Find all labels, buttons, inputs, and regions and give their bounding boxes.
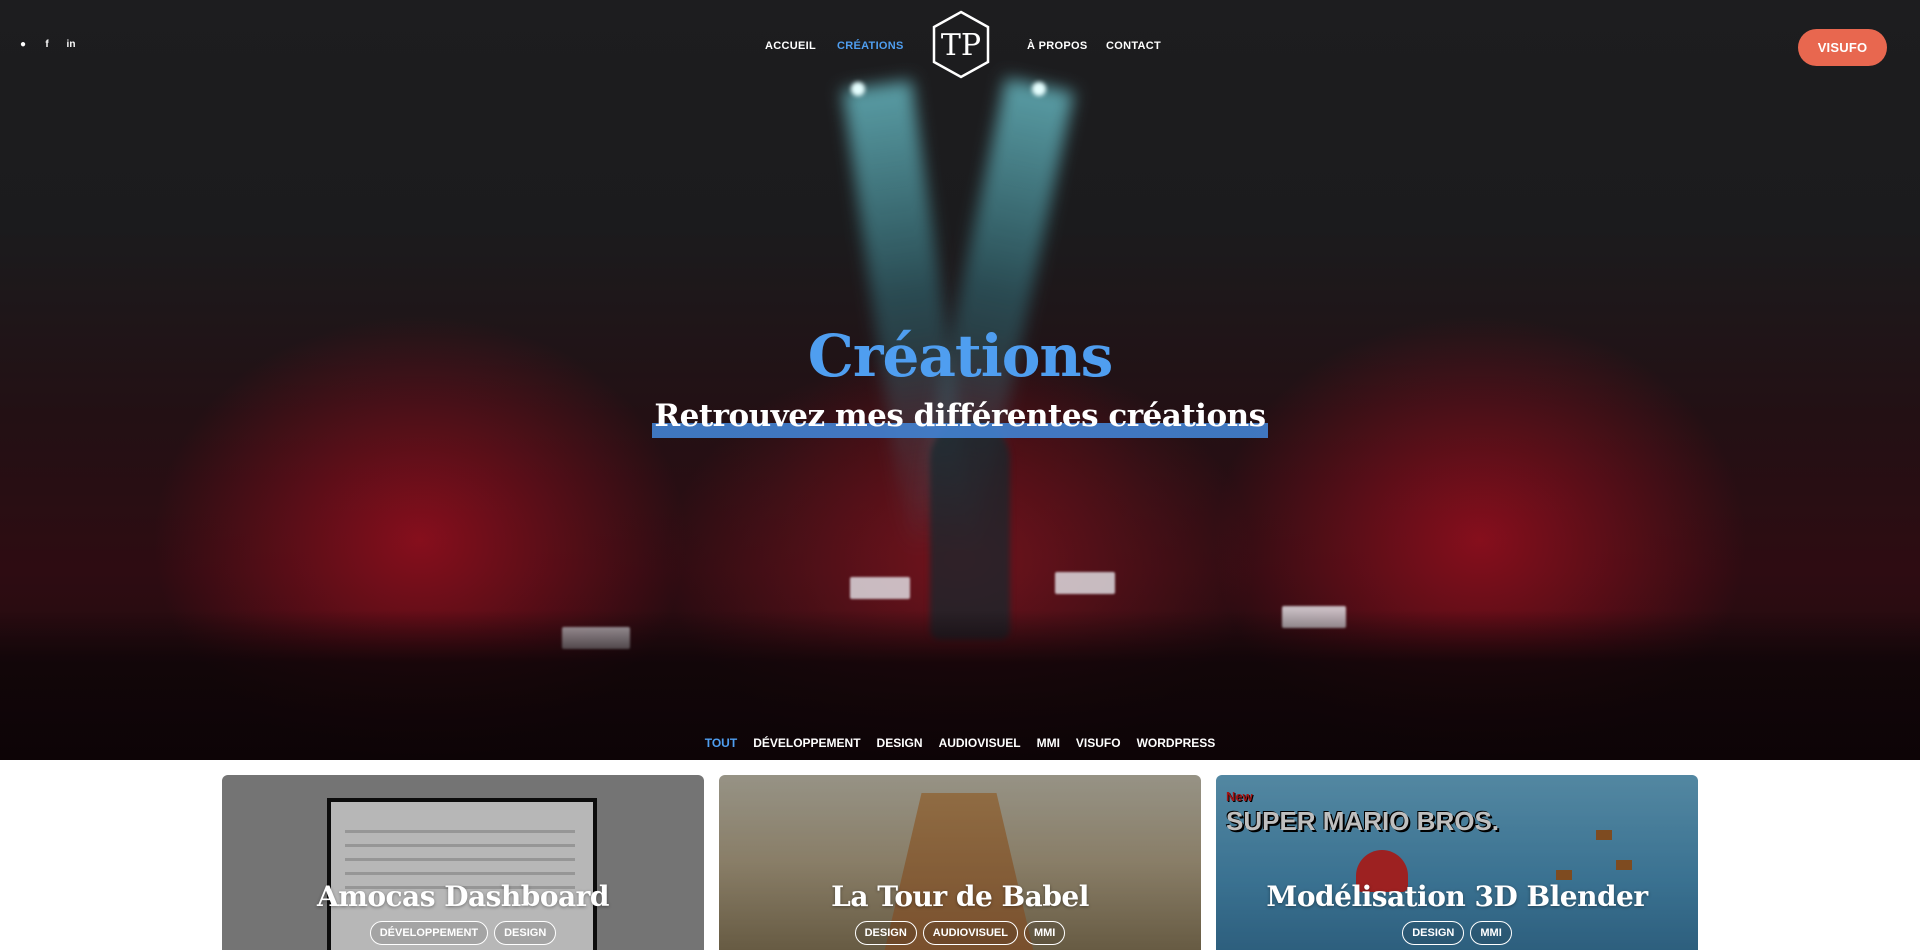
hero-banner: Créations Retrouvez mes différentes créa… (0, 0, 1920, 760)
logo-text: TP (941, 28, 981, 63)
nav-link-creations[interactable]: CRÉATIONS (837, 40, 904, 52)
page-subtitle: Retrouvez mes différentes créations (652, 398, 1268, 438)
tag-badge[interactable]: AUDIOVISUEL (922, 921, 1018, 945)
filter-tout[interactable]: TOUT (705, 736, 737, 750)
github-icon[interactable]: ● (18, 39, 28, 51)
project-card-blender[interactable]: New SUPER MARIO BROS. Modélisation 3D Bl… (1216, 775, 1698, 950)
card-title: Amocas Dashboard (316, 880, 610, 913)
card-tags: DESIGN AUDIOVISUEL MMI (719, 921, 1201, 945)
filter-visufo[interactable]: VISUFO (1076, 736, 1121, 750)
project-card-babel[interactable]: La Tour de Babel DESIGN AUDIOVISUEL MMI (719, 775, 1201, 950)
nav-link-accueil[interactable]: ACCUEIL (765, 40, 816, 52)
filter-wordpress[interactable]: WORDPRESS (1137, 736, 1216, 750)
filter-developpement[interactable]: DÉVELOPPEMENT (753, 736, 860, 750)
logo-hexagon-icon: TP (932, 10, 990, 79)
page-title: Créations (807, 322, 1114, 390)
filter-audiovisuel[interactable]: AUDIOVISUEL (939, 736, 1021, 750)
tag-badge[interactable]: MMI (1470, 921, 1512, 945)
performer-silhouette (930, 420, 1010, 640)
project-card-amocas[interactable]: Amocas Dashboard DÉVELOPPEMENT DESIGN (222, 775, 704, 950)
card-tags: DÉVELOPPEMENT DESIGN (222, 921, 704, 945)
tag-badge[interactable]: DESIGN (1402, 921, 1465, 945)
projects-grid: Amocas Dashboard DÉVELOPPEMENT DESIGN La… (222, 775, 1698, 950)
nav-link-contact[interactable]: CONTACT (1106, 40, 1161, 52)
card-title: La Tour de Babel (831, 880, 1089, 913)
tag-badge[interactable]: DÉVELOPPEMENT (369, 921, 489, 945)
nav-link-apropos[interactable]: À PROPOS (1027, 40, 1087, 52)
stage-panel (850, 577, 910, 599)
card-title: Modélisation 3D Blender (1266, 880, 1648, 913)
facebook-icon[interactable]: f (42, 39, 52, 51)
linkedin-icon[interactable]: in (66, 39, 76, 51)
tag-badge[interactable]: DESIGN (854, 921, 917, 945)
social-links: ● f in (18, 39, 76, 51)
top-navigation: ● f in ACCUEIL CRÉATIONS À PROPOS CONTAC… (0, 0, 1920, 95)
filter-design[interactable]: DESIGN (877, 736, 923, 750)
tag-badge[interactable]: DESIGN (494, 921, 557, 945)
site-logo[interactable]: TP (930, 10, 992, 80)
filter-mmi[interactable]: MMI (1037, 736, 1060, 750)
stage-panel (1055, 572, 1115, 594)
visufo-button[interactable]: VISUFO (1798, 29, 1887, 66)
category-filters: TOUT DÉVELOPPEMENT DESIGN AUDIOVISUEL MM… (0, 736, 1920, 750)
tag-badge[interactable]: MMI (1023, 921, 1066, 945)
card-tags: DESIGN MMI (1216, 921, 1698, 945)
